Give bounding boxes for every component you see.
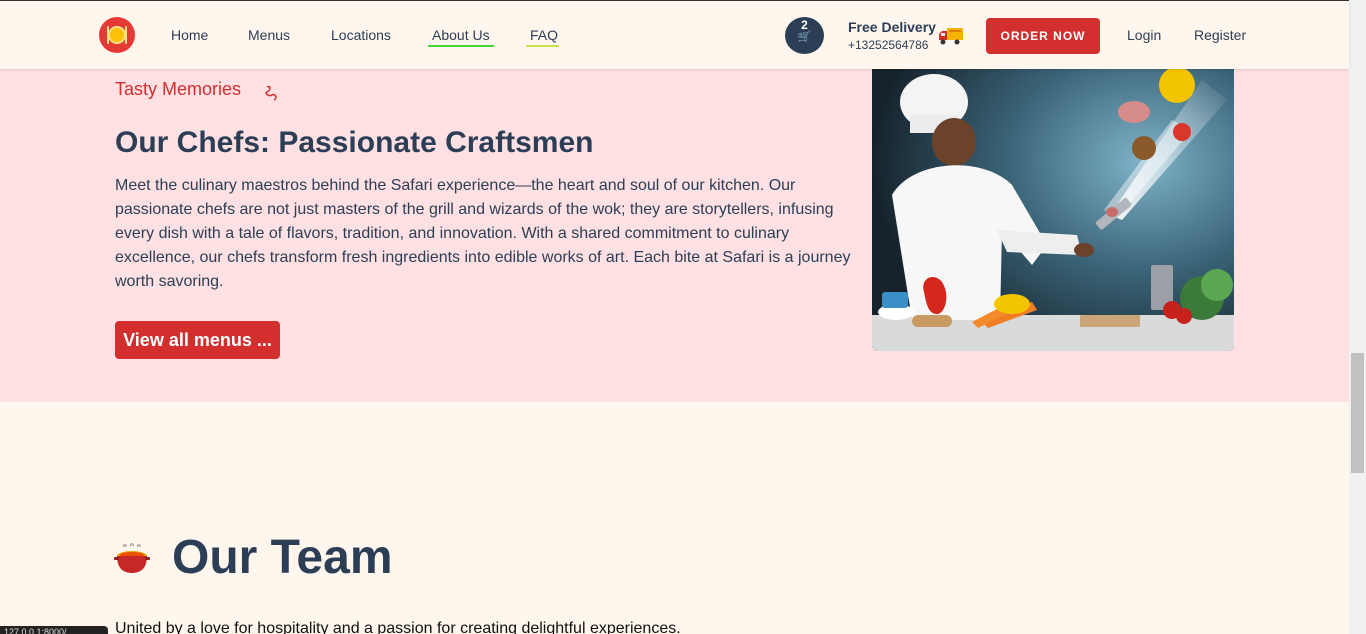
logo-icon[interactable]	[99, 17, 135, 53]
nav-about-us-underline	[428, 45, 494, 47]
status-url-bar: 127.0.0.1:8000/...	[0, 626, 108, 634]
nav-faq[interactable]: FAQ	[530, 27, 558, 43]
delivery-phone: +13252564786	[848, 38, 929, 52]
nav-home[interactable]: Home	[171, 27, 208, 43]
team-subtitle: United by a love for hospitality and a p…	[115, 620, 681, 634]
team-title: Our Team	[172, 531, 393, 584]
delivery-title: Free Delivery	[848, 19, 936, 35]
pot-icon	[114, 543, 150, 573]
order-now-button[interactable]: ORDER NOW	[986, 18, 1100, 54]
cart-icon: 🛒	[797, 31, 812, 43]
knife-icon	[125, 26, 127, 44]
scrollbar-thumb[interactable]	[1351, 353, 1364, 473]
squiggle-icon	[265, 85, 277, 101]
plate-icon	[108, 26, 126, 44]
section-tagline: Tasty Memories	[115, 79, 242, 99]
chef-image	[872, 60, 1234, 351]
nav-faq-underline	[526, 45, 559, 47]
page-scrollbar[interactable]	[1349, 0, 1366, 634]
register-link[interactable]: Register	[1194, 27, 1246, 43]
view-all-menus-button[interactable]: View all menus ...	[115, 321, 280, 359]
nav-locations[interactable]: Locations	[331, 27, 391, 43]
section-description: Meet the culinary maestros behind the Sa…	[115, 177, 851, 290]
site-header: Home Menus Locations About Us FAQ 2 🛒 Fr…	[0, 1, 1349, 69]
cart-count-badge: 2	[801, 18, 808, 32]
nav-menus[interactable]: Menus	[248, 27, 290, 43]
section-title: Our Chefs: Passionate Craftsmen	[115, 126, 594, 159]
login-link[interactable]: Login	[1127, 27, 1161, 43]
nav-about-us[interactable]: About Us	[432, 27, 490, 43]
cart-button[interactable]: 2 🛒	[785, 17, 824, 54]
truck-icon	[939, 28, 963, 45]
fork-icon	[107, 26, 109, 44]
